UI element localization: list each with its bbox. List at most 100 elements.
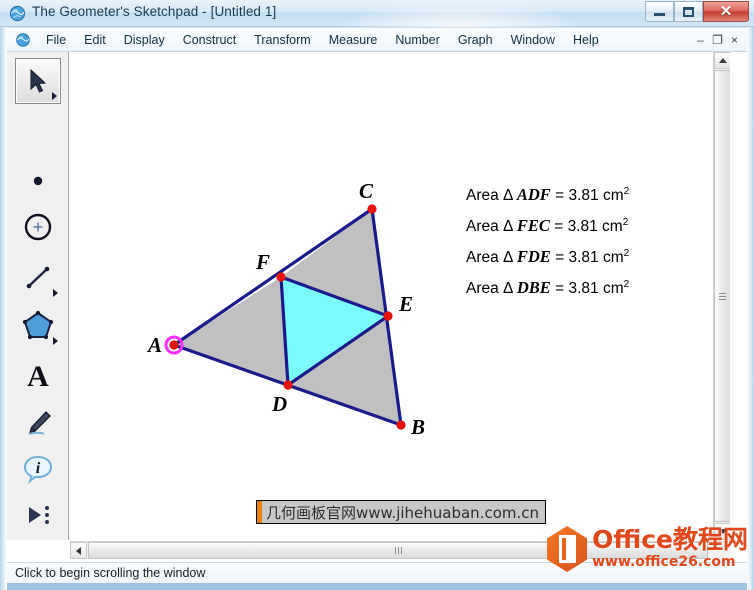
segment-line-icon: [26, 266, 50, 289]
info-balloon-icon: i: [23, 455, 53, 484]
minimize-icon: [654, 13, 665, 16]
menu-item-construct[interactable]: Construct: [175, 31, 245, 49]
measurement-triangle-name: DBE: [516, 278, 551, 298]
measurement-list: Area Δ ADF = 3.81 cm2 Area Δ FEC = 3.81 …: [466, 178, 629, 303]
window-controls: ✕: [645, 1, 749, 22]
scroll-up-button[interactable]: [714, 52, 730, 69]
measurement-prefix: Area Δ: [466, 218, 517, 236]
menu-item-edit[interactable]: Edit: [76, 31, 114, 49]
maximize-button[interactable]: [674, 1, 703, 22]
play-triangle-dots-icon: [29, 506, 49, 524]
sketchpad-globe-icon: [9, 5, 26, 22]
arrow-cursor-icon: [30, 68, 47, 93]
caption-text-box[interactable]: 几何画板官网www.jihehuaban.com.cn: [256, 500, 547, 524]
measurement-row[interactable]: Area Δ FDE = 3.81 cm2: [466, 240, 629, 271]
point-D[interactable]: [283, 380, 293, 390]
status-bar: Click to begin scrolling the window: [7, 562, 747, 583]
point-F[interactable]: [276, 272, 286, 282]
scroll-grip-icon: [719, 292, 726, 300]
menu-item-transform[interactable]: Transform: [246, 31, 319, 49]
arrow-select-tool[interactable]: [15, 58, 61, 104]
measurement-exponent: 2: [623, 248, 630, 260]
sketchpad-document-icon[interactable]: [15, 32, 31, 48]
measurement-prefix: Area Δ: [466, 249, 517, 267]
svg-text:A: A: [27, 360, 49, 392]
tool-flyout-arrow[interactable]: [53, 289, 58, 297]
window-left-edge: [0, 0, 7, 590]
compass-tool[interactable]: [15, 204, 61, 250]
label-A[interactable]: A: [146, 333, 162, 357]
measurement-triangle-name: ADF: [516, 185, 551, 205]
menu-item-graph[interactable]: Graph: [450, 31, 501, 49]
measurement-equals: =: [550, 280, 569, 298]
point-tool[interactable]: [15, 158, 61, 204]
vertical-scrollbar[interactable]: [713, 52, 730, 540]
polygon-tool[interactable]: [15, 302, 61, 348]
straightedge-tool[interactable]: [15, 254, 61, 300]
label-B[interactable]: B: [410, 415, 425, 439]
point-A[interactable]: [169, 340, 179, 350]
menu-item-measure[interactable]: Measure: [321, 31, 386, 49]
measurement-prefix: Area Δ: [466, 187, 517, 205]
measurement-row[interactable]: Area Δ DBE = 3.81 cm2: [466, 271, 629, 302]
svg-text:i: i: [36, 460, 41, 477]
window-right-edge: [747, 0, 754, 590]
measurement-equals: =: [550, 249, 569, 267]
titlebar-glow: [330, 0, 590, 27]
menu-item-help[interactable]: Help: [565, 31, 607, 49]
scroll-left-arrow-icon: [76, 546, 81, 555]
measurement-exponent: 2: [622, 217, 629, 229]
label-D[interactable]: D: [271, 392, 287, 416]
measurement-row[interactable]: Area Δ ADF = 3.81 cm2: [466, 178, 629, 209]
caption-accent-bar: [257, 501, 262, 523]
triangle-ADF-fill: [174, 277, 288, 385]
menu-item-window[interactable]: Window: [503, 31, 563, 49]
close-icon: ✕: [719, 3, 733, 20]
measurement-exponent: 2: [623, 186, 630, 197]
circle-compass-icon: [24, 213, 52, 241]
menu-item-file[interactable]: File: [38, 31, 74, 49]
measurement-value: 3.81 cm: [568, 187, 624, 205]
scroll-grip-icon: [394, 547, 402, 554]
measurement-value: 3.81 cm: [568, 280, 624, 298]
point-B[interactable]: [396, 420, 406, 430]
measurement-prefix: Area Δ: [466, 280, 517, 298]
mdi-minimize-button[interactable]: –: [692, 31, 709, 48]
text-tool[interactable]: A: [15, 352, 61, 398]
scroll-down-button[interactable]: [714, 523, 730, 540]
close-button[interactable]: ✕: [703, 1, 749, 22]
measurement-equals: =: [550, 187, 569, 205]
sketch-canvas[interactable]: A B C D E F Area Δ ADF = 3.81 cm2 Area Δ…: [70, 52, 730, 540]
menu-item-number[interactable]: Number: [387, 31, 447, 49]
label-F[interactable]: F: [255, 250, 270, 274]
label-C[interactable]: C: [359, 179, 374, 203]
scroll-up-arrow-icon: [718, 58, 727, 63]
geometry-figure: A B C D E F: [146, 179, 425, 439]
tool-flyout-arrow[interactable]: [52, 92, 57, 100]
title-bar: The Geometer's Sketchpad - [Untitled 1] …: [0, 0, 754, 27]
menu-item-display[interactable]: Display: [116, 31, 173, 49]
measurement-exponent: 2: [623, 279, 630, 291]
point-dot-icon: [33, 176, 43, 186]
scroll-left-button[interactable]: [70, 542, 87, 559]
horizontal-scrollbar[interactable]: [70, 541, 730, 559]
point-E[interactable]: [383, 311, 393, 321]
point-C[interactable]: [367, 204, 377, 214]
tool-flyout-arrow[interactable]: [53, 337, 58, 345]
maximize-icon: [683, 6, 694, 17]
custom-tool[interactable]: [15, 492, 61, 538]
measurement-triangle-name: FEC: [516, 216, 550, 236]
mdi-close-button[interactable]: ×: [726, 31, 743, 48]
mdi-restore-button[interactable]: ❐: [709, 31, 726, 48]
horizontal-scroll-thumb[interactable]: [88, 542, 708, 559]
information-tool[interactable]: i: [15, 446, 61, 492]
measurement-value: 3.81 cm: [567, 218, 623, 236]
measurement-value: 3.81 cm: [568, 249, 624, 267]
vertical-scroll-thumb[interactable]: [714, 70, 730, 522]
minimize-button[interactable]: [645, 1, 674, 22]
label-E[interactable]: E: [398, 292, 413, 316]
marker-tool[interactable]: [15, 400, 61, 446]
measurement-row[interactable]: Area Δ FEC = 3.81 cm2: [466, 209, 629, 240]
pencil-marker-icon: [28, 411, 51, 435]
tool-panel: A i: [7, 52, 69, 540]
